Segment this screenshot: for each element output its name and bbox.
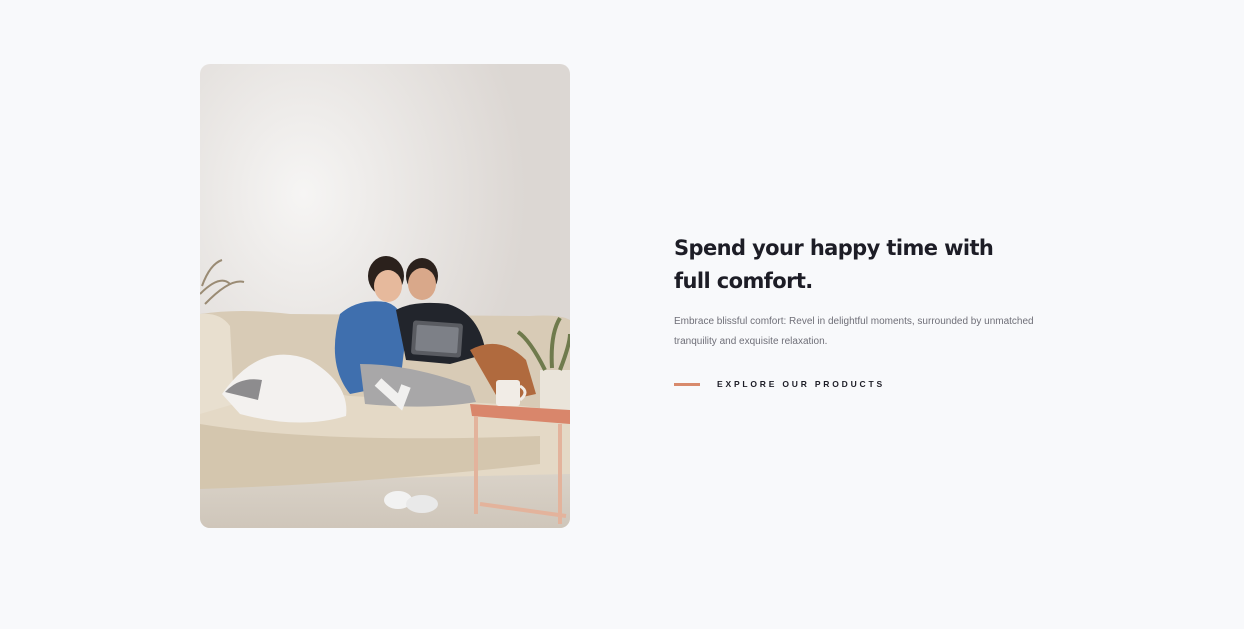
- explore-products-link[interactable]: EXPLORE OUR PRODUCTS: [674, 379, 1054, 389]
- explore-products-label[interactable]: EXPLORE OUR PRODUCTS: [717, 379, 885, 389]
- feature-section: Spend your happy time with full comfort.…: [0, 0, 1244, 629]
- couple-on-sofa-photo: [200, 64, 570, 528]
- cta-accent-line: [674, 382, 700, 386]
- section-description: Embrace blissful comfort: Revel in delig…: [674, 316, 1034, 347]
- section-heading: Spend your happy time with full comfort.: [674, 236, 994, 293]
- feature-content: Spend your happy time with full comfort.…: [674, 232, 1054, 389]
